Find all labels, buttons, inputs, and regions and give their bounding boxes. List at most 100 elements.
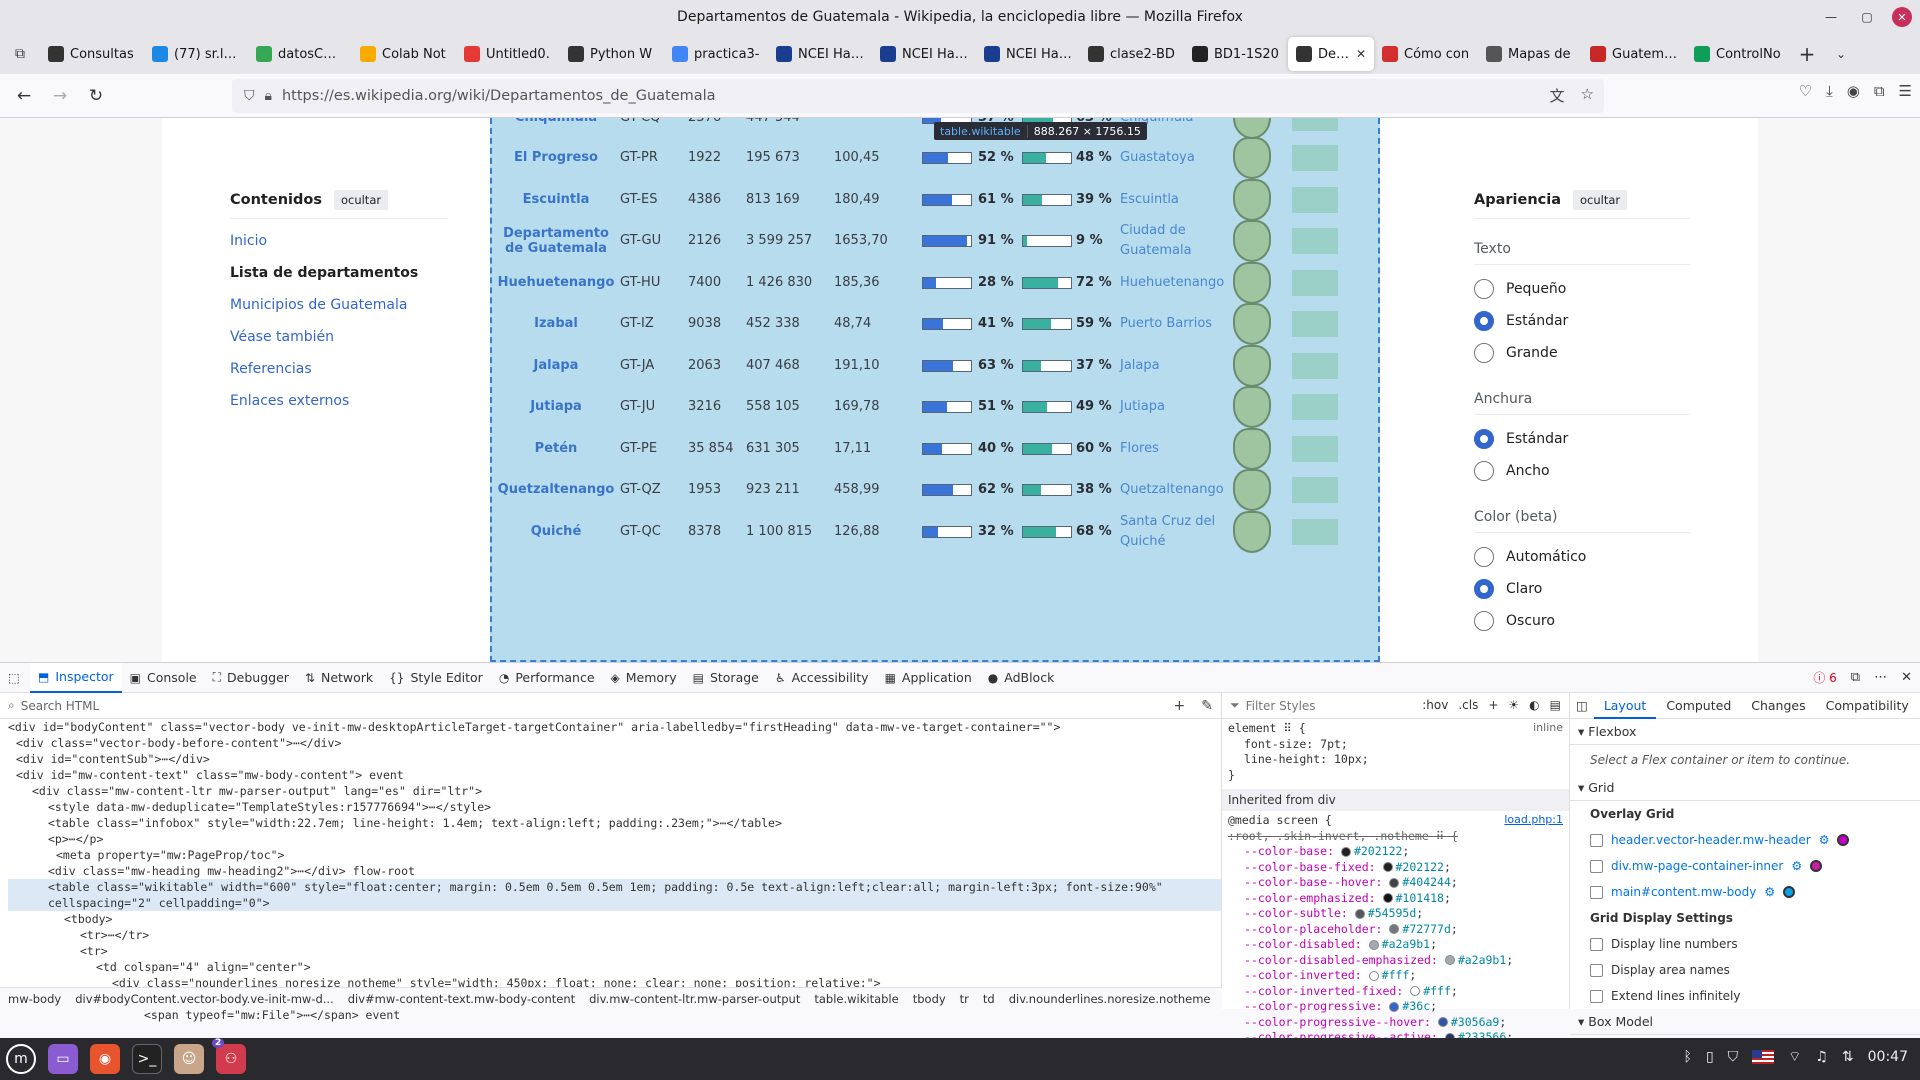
grid-color-icon[interactable] — [1810, 860, 1823, 872]
layout-tab[interactable]: Compatibility — [1816, 693, 1919, 719]
sidebar-toggle-icon[interactable]: ◫ — [1570, 693, 1594, 719]
breadcrumb-item[interactable]: div#mw-content-text.mw-body-content — [348, 992, 575, 1006]
clipboard-icon[interactable]: ▯ — [1706, 1049, 1714, 1065]
toc-item[interactable]: Véase también — [230, 321, 448, 353]
style-declaration[interactable]: element ⠿ { — [1222, 721, 1569, 737]
css-variable[interactable]: --color-placeholder: #72777d; — [1222, 922, 1569, 938]
browser-tab[interactable]: Guatemala — [1582, 37, 1686, 71]
url-text[interactable]: https://es.wikipedia.org/wiki/Departamen… — [282, 88, 716, 104]
devtools-tab[interactable]: {} Style Editor — [381, 663, 491, 693]
style-declaration[interactable]: } — [1222, 768, 1569, 784]
filter-styles-input[interactable]: Filter Styles — [1246, 699, 1316, 713]
radio-button[interactable] — [1474, 461, 1494, 481]
markup-node[interactable]: <p>⋯</p> — [8, 831, 1221, 847]
add-rule-icon[interactable]: + — [1488, 698, 1498, 712]
target-icon[interactable]: ⚙ — [1791, 859, 1802, 873]
radio-button[interactable] — [1474, 279, 1494, 299]
devtools-tab[interactable]: ⇅ Network — [297, 663, 381, 693]
cls-toggle[interactable]: .cls — [1458, 698, 1478, 712]
markup-node[interactable]: <div class="vector-body-before-content">… — [8, 735, 1221, 751]
forward-button[interactable]: → — [42, 80, 78, 112]
toc-item[interactable]: Municipios de Guatemala — [230, 289, 448, 321]
radio-button[interactable] — [1474, 343, 1494, 363]
markup-node[interactable]: <div id="mw-content-text" class="mw-body… — [8, 767, 1221, 783]
grid-overlay-item[interactable]: header.vector-header.mw-header ⚙ — [1570, 827, 1920, 853]
devtools-tab[interactable]: ▤ Storage — [685, 663, 767, 693]
css-variable[interactable]: --color-progressive--hover: #3056a9; — [1222, 1015, 1569, 1031]
color-swatch-icon[interactable] — [1368, 939, 1379, 950]
browser-tab[interactable]: NCEI Haza — [872, 37, 976, 71]
color-swatch-icon[interactable] — [1444, 955, 1455, 965]
css-variable[interactable]: --color-progressive: #36c; — [1222, 999, 1569, 1015]
back-button[interactable]: ← — [6, 80, 42, 112]
radio-button[interactable] — [1474, 311, 1494, 331]
breadcrumb-item[interactable]: div.mw-content-ltr.mw-parser-output — [589, 992, 800, 1006]
color-swatch-icon[interactable] — [1389, 924, 1400, 934]
layout-tab[interactable]: Layout — [1593, 693, 1657, 719]
markup-node[interactable]: cellspacing="2" cellpadding="0"> — [8, 895, 1221, 911]
toc-item[interactable]: Inicio — [230, 225, 448, 257]
markup-node[interactable]: <td colspan="4" align="center"> — [8, 959, 1221, 975]
browser-tab[interactable]: practica3- — [664, 37, 768, 71]
maximize-button[interactable]: ▢ — [1856, 6, 1878, 28]
color-swatch-icon[interactable] — [1389, 877, 1400, 888]
browser-tab[interactable]: Python W — [560, 37, 664, 71]
wifi-icon[interactable]: ⌔ — [1788, 1048, 1801, 1066]
browser-tab[interactable]: clase2-BD — [1080, 37, 1184, 71]
devtools-tab[interactable]: ⛶ Debugger — [205, 663, 297, 693]
flag-image[interactable] — [1292, 506, 1338, 557]
color-swatch-icon[interactable] — [1389, 1001, 1400, 1012]
error-count-badge[interactable]: ⓘ 6 — [1813, 669, 1836, 686]
browser-tab[interactable]: Colab Not — [352, 37, 456, 71]
eyedropper-icon[interactable]: ✎ — [1201, 698, 1213, 714]
radio-button[interactable] — [1474, 547, 1494, 567]
list-all-tabs-button[interactable]: ⌄ — [1824, 47, 1858, 61]
bookmark-star-icon[interactable]: ☆ — [1581, 85, 1594, 106]
shield-icon[interactable]: ⛉ — [244, 88, 255, 104]
toc-item[interactable]: Referencias — [230, 353, 448, 385]
markup-node[interactable]: <tr> — [8, 943, 1221, 959]
breadcrumb-item[interactable]: tbody — [913, 992, 946, 1006]
css-variable[interactable]: --color-base--hover: #404244; — [1222, 875, 1569, 891]
markup-node[interactable]: <tbody> — [8, 911, 1221, 927]
target-icon[interactable]: ⚙ — [1819, 833, 1830, 847]
tab-close-icon[interactable]: ✕ — [1356, 47, 1366, 61]
css-variable[interactable]: --color-base: #202122; — [1222, 844, 1569, 860]
devtools-tab[interactable]: ◔ Performance — [491, 663, 603, 693]
coat-of-arms-image[interactable] — [1230, 506, 1274, 557]
network-icon[interactable]: ⇅ — [1842, 1049, 1854, 1065]
grid-setting[interactable]: Extend lines infinitely — [1570, 983, 1920, 1009]
browser-tab[interactable]: BD1-1S20 — [1184, 37, 1288, 71]
browser-tab[interactable]: (77) sr.labs — [144, 37, 248, 71]
checkbox[interactable] — [1590, 885, 1603, 899]
radio-button[interactable] — [1474, 579, 1494, 599]
bluetooth-icon[interactable]: ᛒ — [1684, 1049, 1692, 1065]
css-variable[interactable]: --color-base-fixed: #202122; — [1222, 860, 1569, 876]
target-icon[interactable]: ⚙ — [1764, 885, 1775, 899]
appearance-option[interactable]: Estándar — [1474, 305, 1690, 337]
css-variable[interactable]: --color-emphasized: #101418; — [1222, 891, 1569, 907]
layout-tab[interactable]: Changes — [1741, 693, 1815, 719]
color-swatch-icon[interactable] — [1340, 846, 1351, 857]
checkbox[interactable] — [1590, 989, 1603, 1003]
breadcrumb-item[interactable]: tr — [960, 992, 969, 1006]
account-icon[interactable]: ◉ — [1847, 82, 1860, 100]
new-tab-button[interactable]: + — [1790, 42, 1824, 66]
inline-source[interactable]: inline — [1533, 721, 1563, 734]
breadcrumb-item[interactable]: mw-body — [8, 992, 61, 1006]
checkbox[interactable] — [1590, 859, 1603, 873]
extensions-icon[interactable]: ⧉ — [1874, 82, 1885, 100]
breadcrumb-item[interactable]: td — [983, 992, 995, 1006]
files-icon[interactable]: ▭ — [42, 1038, 84, 1080]
pick-element-icon[interactable]: ⬚ — [0, 663, 30, 693]
radio-button[interactable] — [1474, 611, 1494, 631]
browser-tab[interactable]: Mapas de — [1478, 37, 1582, 71]
shield-tray-icon[interactable]: ⛉ — [1728, 1049, 1739, 1065]
markup-node[interactable]: <meta property="mw:PageProp/toc"> — [8, 847, 1221, 863]
appearance-option[interactable]: Automático — [1474, 541, 1690, 573]
dock-icon[interactable]: ⧉ — [1851, 670, 1860, 685]
downloads-icon[interactable]: ⤓ — [1826, 82, 1833, 100]
css-variable[interactable]: --color-disabled: #a2a9b1; — [1222, 937, 1569, 953]
css-variable[interactable]: --color-subtle: #54595d; — [1222, 906, 1569, 922]
toc-item[interactable]: Enlaces externos — [230, 385, 448, 417]
